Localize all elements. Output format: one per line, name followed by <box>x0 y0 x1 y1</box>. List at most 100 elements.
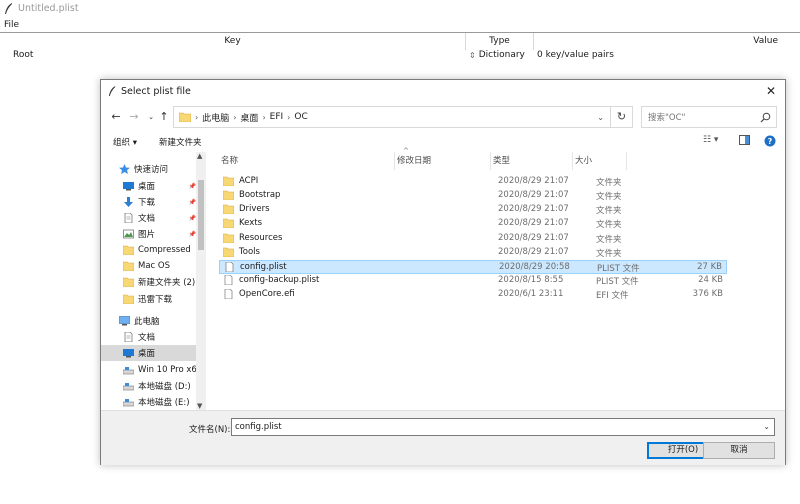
sidebar-item[interactable]: 图片 📌 <box>101 226 196 242</box>
file-type: 文件夹 <box>596 235 622 245</box>
sidebar-item-label: 迅雷下载 <box>138 295 173 305</box>
dialog-footer: 文件名(N): config.plist ⌄ 打开(O) 取消 <box>101 410 785 465</box>
breadcrumb-this-pc[interactable]: 此电脑 <box>202 111 229 124</box>
folder-icon <box>222 176 235 187</box>
pin-icon[interactable]: 📌 <box>189 231 196 238</box>
sidebar-item[interactable]: 文档 <box>101 329 196 345</box>
file-date: 2020/6/1 23:11 <box>498 289 564 299</box>
forward-arrow-icon[interactable]: → <box>127 110 141 124</box>
breadcrumb-efi[interactable]: EFI <box>270 112 284 122</box>
sidebar-item-label: Win 10 Pro x64 <box>138 365 203 375</box>
up-arrow-icon[interactable]: ↑ <box>157 110 171 124</box>
sidebar-item[interactable]: Compressed <box>101 242 196 258</box>
folder-icon <box>222 204 235 215</box>
sidebar-item[interactable]: 桌面 <box>101 345 196 361</box>
breadcrumb-desktop[interactable]: 桌面 <box>240 111 258 124</box>
app-title: Untitled.plist <box>18 3 79 14</box>
help-icon[interactable]: ? <box>764 135 776 149</box>
file-name: Resources <box>222 233 282 244</box>
sidebar-item[interactable]: 文档 📌 <box>101 210 196 226</box>
folder-icon <box>222 233 235 244</box>
column-size[interactable]: 大小 <box>573 152 627 170</box>
sidebar-item[interactable]: 下载 📌 <box>101 194 196 210</box>
tree-header: Key Type Value <box>0 32 800 50</box>
chevron-right-icon[interactable]: › <box>233 113 236 122</box>
address-bar[interactable]: › 此电脑 › 桌面 › EFI › OC ⌄ ↻ <box>173 106 633 128</box>
file-row[interactable]: Tools 2020/8/29 21:07 文件夹 <box>219 246 727 260</box>
folder-icon <box>222 190 235 201</box>
recent-dropdown-icon[interactable]: ⌄ <box>144 110 158 124</box>
sidebar-item[interactable]: 本地磁盘 (D:) <box>101 378 196 394</box>
file-type: PLIST 文件 <box>597 264 640 274</box>
refresh-icon[interactable]: ↻ <box>610 107 632 127</box>
column-type[interactable]: Type <box>466 33 534 50</box>
file-row[interactable]: Resources 2020/8/29 21:07 文件夹 <box>219 232 727 246</box>
preview-pane-icon[interactable] <box>739 135 750 149</box>
chevron-right-icon[interactable]: › <box>287 113 290 122</box>
file-type: PLIST 文件 <box>596 277 639 287</box>
view-options-icon[interactable]: ☷ ▾ <box>703 135 718 149</box>
sidebar-item-label: 本地磁盘 (E:) <box>138 398 190 408</box>
sidebar-item-label: 桌面 <box>138 349 156 359</box>
star-icon <box>119 164 130 174</box>
file-row[interactable]: Drivers 2020/8/29 21:07 文件夹 <box>219 203 727 217</box>
sidebar-item[interactable]: Win 10 Pro x64 <box>101 362 202 378</box>
cancel-button[interactable]: 取消 <box>703 442 775 459</box>
organize-button[interactable]: 组织 ▾ <box>113 136 137 148</box>
file-row[interactable]: Bootstrap 2020/8/29 21:07 文件夹 <box>219 189 727 203</box>
file-date: 2020/8/29 21:07 <box>498 176 569 186</box>
column-name[interactable]: 名称 <box>219 152 395 170</box>
sidebar-item[interactable]: 此电脑 <box>101 313 196 329</box>
file-name-label: Bootstrap <box>239 190 281 200</box>
new-folder-button[interactable]: 新建文件夹 <box>159 136 202 148</box>
breadcrumb-oc[interactable]: OC <box>294 112 307 122</box>
column-date-modified[interactable]: 修改日期 <box>395 152 491 170</box>
sidebar-item-label: 本地磁盘 (D:) <box>138 382 191 392</box>
pin-icon[interactable]: 📌 <box>189 215 196 222</box>
file-row[interactable]: config.plist 2020/8/29 20:58 PLIST 文件 27 KB <box>219 260 727 274</box>
scroll-down-icon[interactable]: ▼ <box>197 402 202 410</box>
chevron-right-icon[interactable]: › <box>262 113 265 122</box>
pin-icon[interactable]: 📌 <box>189 199 196 206</box>
chevron-right-icon[interactable]: › <box>195 113 198 122</box>
file-name-label: Kexts <box>239 218 263 228</box>
sidebar-item[interactable]: 桌面 📌 <box>101 178 196 194</box>
file-type: EFI 文件 <box>596 291 629 301</box>
file-row[interactable]: OpenCore.efi 2020/6/1 23:11 EFI 文件 376 KB <box>219 288 727 302</box>
sidebar-item[interactable]: 本地磁盘 (E:) <box>101 394 196 410</box>
chevron-down-icon[interactable]: ⌄ <box>597 113 604 122</box>
back-arrow-icon[interactable]: ← <box>109 110 123 124</box>
sidebar-item-label: 此电脑 <box>134 317 160 327</box>
column-value[interactable]: Value <box>534 33 800 50</box>
feather-icon <box>108 85 116 96</box>
sidebar-item[interactable]: 新建文件夹 (2) <box>101 274 196 290</box>
sidebar-item[interactable]: Mac OS <box>101 258 196 274</box>
file-name: Drivers <box>222 204 270 215</box>
navigation-bar: ← → ⌄ ↑ › 此电脑 › 桌面 › EFI › OC ⌄ ↻ 搜索"OC" <box>101 102 785 132</box>
column-type[interactable]: 类型 <box>491 152 573 170</box>
file-size: 24 KB <box>698 275 723 285</box>
root-row[interactable]: Root ⇕ Dictionary 0 key/value pairs <box>0 49 800 64</box>
sidebar-scrollbar[interactable]: ▲ ▼ <box>196 152 206 410</box>
column-key[interactable]: Key <box>0 33 466 50</box>
filename-input[interactable]: config.plist ⌄ <box>231 418 775 436</box>
scrollbar-thumb[interactable] <box>198 180 204 250</box>
folder-icon <box>122 245 135 256</box>
filename-value: config.plist <box>235 422 282 432</box>
file-row[interactable]: config-backup.plist 2020/8/15 8:55 PLIST 文… <box>219 274 727 288</box>
menu-file[interactable]: File <box>4 20 19 30</box>
file-name-label: ACPI <box>239 176 259 186</box>
file-row[interactable]: ACPI 2020/8/29 21:07 文件夹 <box>219 175 727 189</box>
close-icon[interactable]: ✕ <box>763 83 779 99</box>
sidebar-item[interactable]: 快速访问 <box>101 161 196 177</box>
chevron-down-icon[interactable]: ⌄ <box>763 419 770 435</box>
sidebar-item[interactable]: 迅雷下载 <box>101 291 196 307</box>
pin-icon[interactable]: 📌 <box>189 183 196 190</box>
root-type[interactable]: ⇕ Dictionary <box>469 50 525 60</box>
file-row[interactable]: Kexts 2020/8/29 21:07 文件夹 <box>219 217 727 231</box>
sidebar-item-label: 新建文件夹 (2) <box>138 278 196 288</box>
folder-icon <box>222 247 235 258</box>
search-input[interactable]: 搜索"OC" <box>641 106 777 128</box>
search-icon <box>760 112 771 123</box>
scroll-up-icon[interactable]: ▲ <box>197 152 202 160</box>
